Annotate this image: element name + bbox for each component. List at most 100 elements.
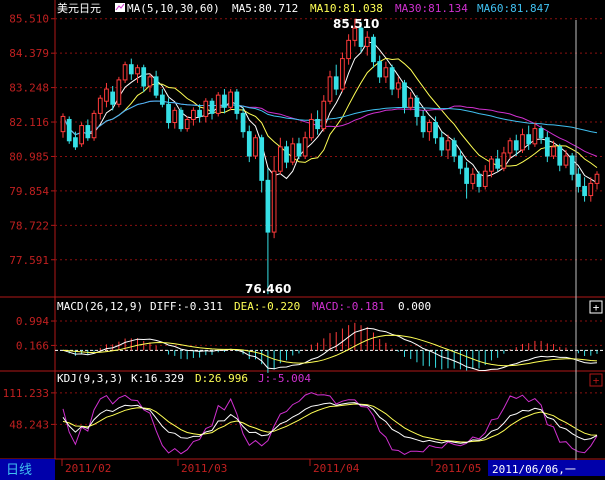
candle-body <box>526 134 532 145</box>
candle-body <box>340 58 345 90</box>
period-label[interactable]: 日线 <box>0 459 55 480</box>
forex-chart[interactable]: 85.510 84.379 83.248 82.116 80.985 79.854 78.7… <box>0 0 605 480</box>
candle-body <box>191 109 196 120</box>
candle-body <box>135 67 140 75</box>
macd-tick-label: 0.994 <box>16 315 49 328</box>
kdj-params: KDJ(9,3,3) <box>57 372 123 385</box>
candle-body <box>538 128 544 139</box>
candle-body <box>377 61 383 78</box>
cursor-date-text: 2011/06/06,一 <box>492 463 576 476</box>
candle-body <box>66 118 72 142</box>
price-tick-label: 79.854 <box>9 185 49 198</box>
candle-body <box>557 146 563 166</box>
candle-body <box>464 167 469 184</box>
price-tick-label: 85.510 <box>9 13 49 26</box>
candle-body <box>426 122 432 133</box>
price-tick-label: 80.985 <box>9 150 49 163</box>
candle <box>79 122 84 147</box>
candle-body <box>159 94 165 105</box>
candle-body <box>284 146 289 163</box>
macd-expand-icon[interactable]: + <box>589 300 603 314</box>
candle-body <box>97 97 103 114</box>
candle-body <box>532 128 538 145</box>
candle <box>91 110 97 141</box>
candle-body <box>110 91 116 105</box>
macd-diff-value: DIFF:-0.311 <box>150 300 223 313</box>
candle-body <box>79 125 84 145</box>
candle-body <box>197 109 202 117</box>
candle-body <box>73 137 78 148</box>
kdj-k-value: K:16.329 <box>131 372 184 385</box>
candle-body <box>253 137 258 157</box>
candle-body <box>501 152 507 169</box>
macd-tick-label: 0.166 <box>16 339 49 352</box>
candle-body <box>209 100 215 114</box>
kdj-tick-label: 48.243 <box>9 418 49 431</box>
candle-body <box>104 88 109 102</box>
candle-body <box>128 64 134 75</box>
candle-body <box>489 158 494 172</box>
candle-body <box>482 170 488 187</box>
candle-body <box>91 112 97 139</box>
ma10-value: MA10:81.038 <box>310 2 383 15</box>
date-tick-label: 2011/03 <box>181 462 227 475</box>
candle-body <box>439 137 445 151</box>
candle-body <box>122 64 128 81</box>
candle-body <box>277 146 283 172</box>
high-annotation: 85.510 <box>333 17 379 31</box>
macd-extra-value: 0.000 <box>398 300 431 313</box>
candle-body <box>569 155 575 175</box>
candle-body <box>451 140 457 157</box>
candle-body <box>507 140 513 154</box>
date-tick-label: 2011/04 <box>313 462 360 475</box>
candle-body <box>315 118 320 130</box>
candle-body <box>458 155 463 169</box>
candle-body <box>470 173 476 184</box>
candle-body <box>203 100 209 117</box>
candle-body <box>234 91 240 114</box>
candle-body <box>309 118 314 139</box>
candle-body <box>259 137 265 181</box>
candle-body <box>60 115 66 133</box>
candle-body <box>408 97 414 108</box>
candle-body <box>116 79 122 105</box>
candle-body <box>215 94 221 114</box>
price-tick-label: 78.722 <box>9 219 49 232</box>
kdj-tick-label: 111.233 <box>3 387 49 400</box>
candle-body <box>520 134 525 151</box>
candle <box>340 52 345 93</box>
ma-legend-icon <box>115 3 125 12</box>
candle-body <box>333 76 339 90</box>
ma30-value: MA30:81.134 <box>395 2 468 15</box>
candle-body <box>302 137 308 157</box>
candle-body <box>445 140 451 151</box>
cursor-date-box: 2011/06/06,一 <box>488 460 605 476</box>
candle-body <box>476 173 482 187</box>
candle-body <box>594 173 600 184</box>
candle-body <box>414 97 420 117</box>
ma-params: MA(5,10,30,60) <box>127 2 220 15</box>
symbol-title: 美元日元 <box>57 2 101 15</box>
candle-body <box>222 94 227 108</box>
candle <box>66 116 72 144</box>
kdj-d-value: D:26.996 <box>195 372 248 385</box>
candle-body <box>364 36 370 47</box>
candle-body <box>563 155 569 166</box>
candle-body <box>240 112 246 133</box>
candle-body <box>513 140 519 151</box>
candle-body <box>582 185 587 197</box>
candle-body <box>166 103 171 124</box>
price-tick-label: 77.591 <box>9 254 49 267</box>
ma5-value: MA5:80.712 <box>232 2 298 15</box>
candle <box>228 89 234 111</box>
candle-body <box>271 170 277 233</box>
candle <box>122 61 128 83</box>
period-label-text: 日线 <box>6 463 32 478</box>
candle <box>116 76 122 108</box>
macd-dea-value: DEA:-0.220 <box>234 300 300 313</box>
price-tick-label: 82.116 <box>9 116 49 129</box>
candle <box>215 92 221 117</box>
kdj-expand-glyph: + <box>593 374 600 387</box>
kdj-expand-icon[interactable]: + <box>589 373 603 387</box>
kdj-j-value: J:-5.004 <box>258 372 311 385</box>
